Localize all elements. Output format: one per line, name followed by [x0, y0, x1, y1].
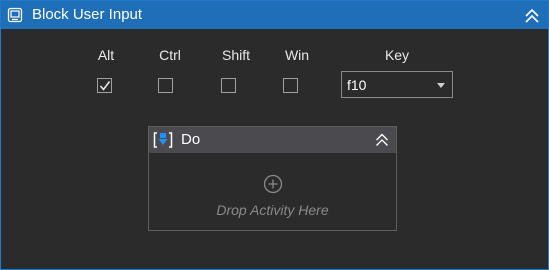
- dropdown-arrow-icon[interactable]: [437, 83, 445, 88]
- do-title: Do: [181, 131, 201, 148]
- window-icon: [7, 7, 23, 23]
- key-select[interactable]: f10: [341, 71, 453, 98]
- ctrl-checkbox[interactable]: [158, 78, 173, 93]
- sequence-icon: [153, 132, 173, 148]
- ctrl-label: Ctrl: [159, 47, 181, 63]
- activity-title: Block User Input: [32, 6, 143, 23]
- shift-checkbox[interactable]: [221, 78, 236, 93]
- add-activity-icon[interactable]: [263, 174, 283, 194]
- checkmark-icon: [99, 81, 111, 91]
- win-checkbox[interactable]: [283, 78, 298, 93]
- shift-label: Shift: [221, 47, 250, 63]
- key-label: Key: [384, 47, 410, 63]
- collapse-icon[interactable]: [375, 133, 389, 147]
- activity-title-bar[interactable]: Block User Input: [1, 1, 548, 29]
- win-label: Win: [284, 47, 310, 63]
- do-sequence[interactable]: Do Drop Activity Here: [148, 126, 397, 231]
- drop-activity-placeholder: Drop Activity Here: [216, 202, 329, 218]
- alt-checkbox[interactable]: [97, 78, 112, 93]
- collapse-icon[interactable]: [524, 8, 540, 24]
- key-select-value: f10: [347, 77, 367, 93]
- do-header[interactable]: Do: [149, 127, 396, 153]
- block-user-input-activity[interactable]: Block User Input Alt Ctrl Shift Win Key …: [0, 0, 549, 270]
- alt-label: Alt: [97, 47, 115, 63]
